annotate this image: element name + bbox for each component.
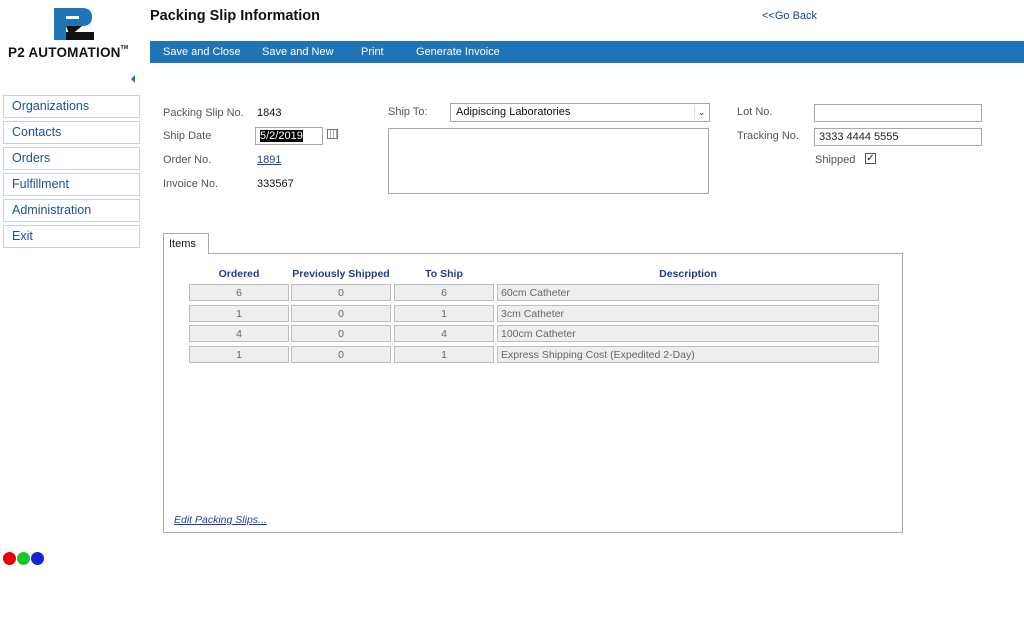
packing-slip-no-value: 1843	[257, 107, 282, 119]
blue-dot	[31, 552, 44, 565]
collapse-sidebar-icon[interactable]	[131, 75, 135, 83]
cell-previously-shipped: 0	[291, 325, 391, 342]
order-no-link[interactable]: 1891	[257, 154, 281, 166]
cell-ordered: 1	[189, 346, 289, 363]
shipped-label: Shipped	[815, 154, 856, 166]
page-title: Packing Slip Information	[150, 8, 320, 24]
sidebar-item-organizations[interactable]: Organizations	[3, 95, 140, 118]
ship-to-label: Ship To:	[388, 106, 428, 118]
sidebar-item-orders[interactable]: Orders	[3, 147, 140, 170]
cell-description: 60cm Catheter	[497, 284, 879, 301]
cell-previously-shipped: 0	[291, 284, 391, 301]
ship-to-select[interactable]: Adipiscing Laboratories ⌄	[450, 103, 710, 122]
logo-text: P2 AUTOMATIONTM	[8, 45, 129, 60]
sidebar-item-fulfillment[interactable]: Fulfillment	[3, 173, 140, 196]
packing-slip-no-label: Packing Slip No.	[163, 107, 244, 119]
checkmark-icon: ✓	[866, 153, 875, 164]
ship-date-value: 5/2/2019	[260, 130, 303, 142]
cell-to-ship: 1	[394, 346, 494, 363]
toolbar: Save and Close Save and New Print Genera…	[150, 41, 1024, 63]
cell-to-ship: 4	[394, 325, 494, 342]
tracking-no-input[interactable]: 3333 4444 5555	[814, 128, 982, 146]
column-header-previously-shipped: Previously Shipped	[292, 268, 390, 280]
tab-items[interactable]: Items	[163, 233, 209, 254]
go-back-link[interactable]: <<Go Back	[762, 10, 817, 22]
lot-no-label: Lot No.	[737, 106, 773, 118]
invoice-no-value: 333567	[257, 178, 294, 190]
sidebar-item-exit[interactable]: Exit	[3, 225, 140, 248]
green-dot	[17, 552, 30, 565]
cell-previously-shipped: 0	[291, 305, 391, 322]
column-header-ordered: Ordered	[218, 268, 260, 280]
calendar-icon[interactable]	[327, 129, 338, 139]
ship-date-input[interactable]: 5/2/2019	[255, 127, 323, 145]
cell-ordered: 6	[189, 284, 289, 301]
order-no-label: Order No.	[163, 154, 212, 166]
chevron-down-icon[interactable]: ⌄	[694, 105, 708, 120]
cell-previously-shipped: 0	[291, 346, 391, 363]
cell-description: 100cm Catheter	[497, 325, 879, 342]
red-dot	[3, 552, 16, 565]
ship-to-value: Adipiscing Laboratories	[456, 106, 571, 118]
p2-logo-icon	[54, 8, 94, 40]
column-header-to-ship: To Ship	[425, 268, 463, 280]
tracking-no-label: Tracking No.	[737, 130, 799, 142]
cell-to-ship: 6	[394, 284, 494, 301]
cell-ordered: 1	[189, 305, 289, 322]
save-and-new-button[interactable]: Save and New	[262, 46, 334, 58]
sidebar-item-administration[interactable]: Administration	[3, 199, 140, 222]
shipped-checkbox[interactable]: ✓	[865, 153, 876, 164]
cell-description: Express Shipping Cost (Expedited 2-Day)	[497, 346, 879, 363]
print-button[interactable]: Print	[361, 46, 384, 58]
column-header-description: Description	[659, 268, 717, 280]
edit-packing-slips-link[interactable]: Edit Packing Slips...	[174, 514, 267, 526]
ship-date-label: Ship Date	[163, 130, 212, 142]
cell-description: 3cm Catheter	[497, 305, 879, 322]
cell-ordered: 4	[189, 325, 289, 342]
lot-no-input[interactable]	[814, 104, 982, 122]
cell-to-ship: 1	[394, 305, 494, 322]
sidebar-nav: Organizations Contacts Orders Fulfillmen…	[3, 95, 140, 251]
ship-to-address-field[interactable]	[388, 128, 709, 194]
invoice-no-label: Invoice No.	[163, 178, 219, 190]
generate-invoice-button[interactable]: Generate Invoice	[416, 46, 500, 58]
sidebar-item-contacts[interactable]: Contacts	[3, 121, 140, 144]
save-and-close-button[interactable]: Save and Close	[163, 46, 241, 58]
